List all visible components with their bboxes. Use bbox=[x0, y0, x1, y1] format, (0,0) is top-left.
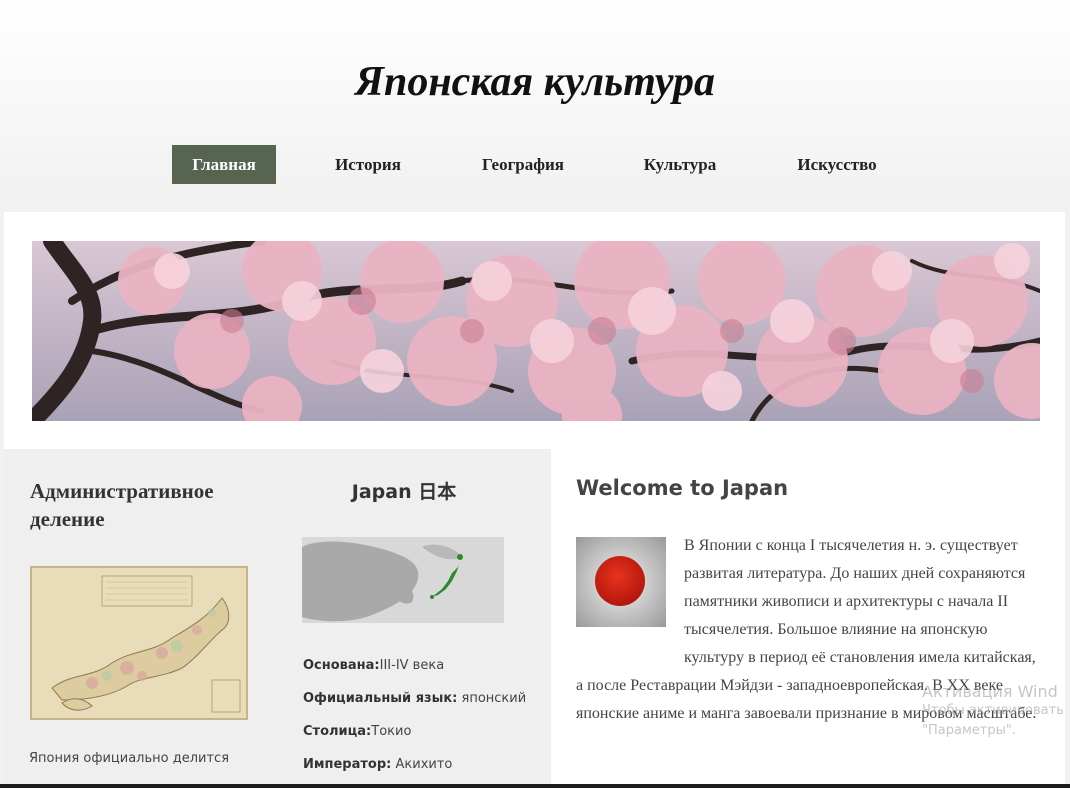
welcome-heading: Welcome to Japan bbox=[576, 476, 789, 500]
sidebar-panel: Административное деление Япония официаль… bbox=[4, 449, 551, 788]
main-content: Welcome to Japan В Японии с конца I тыся… bbox=[551, 449, 1065, 788]
japan-location-map bbox=[302, 537, 504, 623]
fact-value: III-IV века bbox=[379, 658, 445, 673]
japan-map-illustration bbox=[32, 568, 246, 718]
fact-label: Основана: bbox=[303, 658, 380, 673]
fact-capital: Столица:Токио bbox=[303, 723, 548, 756]
banner-section bbox=[4, 212, 1065, 449]
nav-item-culture[interactable]: Культура bbox=[628, 145, 732, 184]
site-title: Японская культура bbox=[355, 59, 715, 105]
admin-division-text: Япония официально делится bbox=[29, 751, 230, 766]
admin-division-title: Административное деление bbox=[30, 479, 214, 531]
nav-item-geography[interactable]: География bbox=[466, 145, 580, 184]
fact-value: Токио bbox=[371, 724, 412, 739]
taskbar-edge bbox=[0, 784, 1070, 788]
article-float-spacer bbox=[576, 532, 684, 672]
fact-language: Официальный язык: японский bbox=[303, 690, 548, 723]
fact-label: Официальный язык: bbox=[303, 691, 458, 706]
article-block: В Японии с конца I тысячелетия н. э. сущ… bbox=[576, 532, 1046, 728]
fact-label: Император: bbox=[303, 757, 392, 772]
fact-value: японский bbox=[461, 691, 527, 706]
fact-value: Акихито bbox=[395, 757, 453, 772]
fact-label: Столица: bbox=[303, 724, 372, 739]
main-nav: Главная История География Культура Искус… bbox=[0, 145, 1070, 184]
old-japan-map-image bbox=[30, 566, 248, 720]
sakura-banner-image bbox=[32, 241, 1040, 421]
japan-facts-list: Основана:III-IV века Официальный язык: я… bbox=[303, 657, 548, 789]
nav-item-history[interactable]: История bbox=[318, 145, 418, 184]
nav-item-art[interactable]: Искусство bbox=[780, 145, 894, 184]
globe-illustration bbox=[302, 537, 504, 623]
japan-info-title: Japan 日本 bbox=[351, 481, 457, 503]
nav-item-home[interactable]: Главная bbox=[172, 145, 276, 184]
sakura-illustration bbox=[32, 241, 1040, 421]
fact-founded: Основана:III-IV века bbox=[303, 657, 548, 690]
